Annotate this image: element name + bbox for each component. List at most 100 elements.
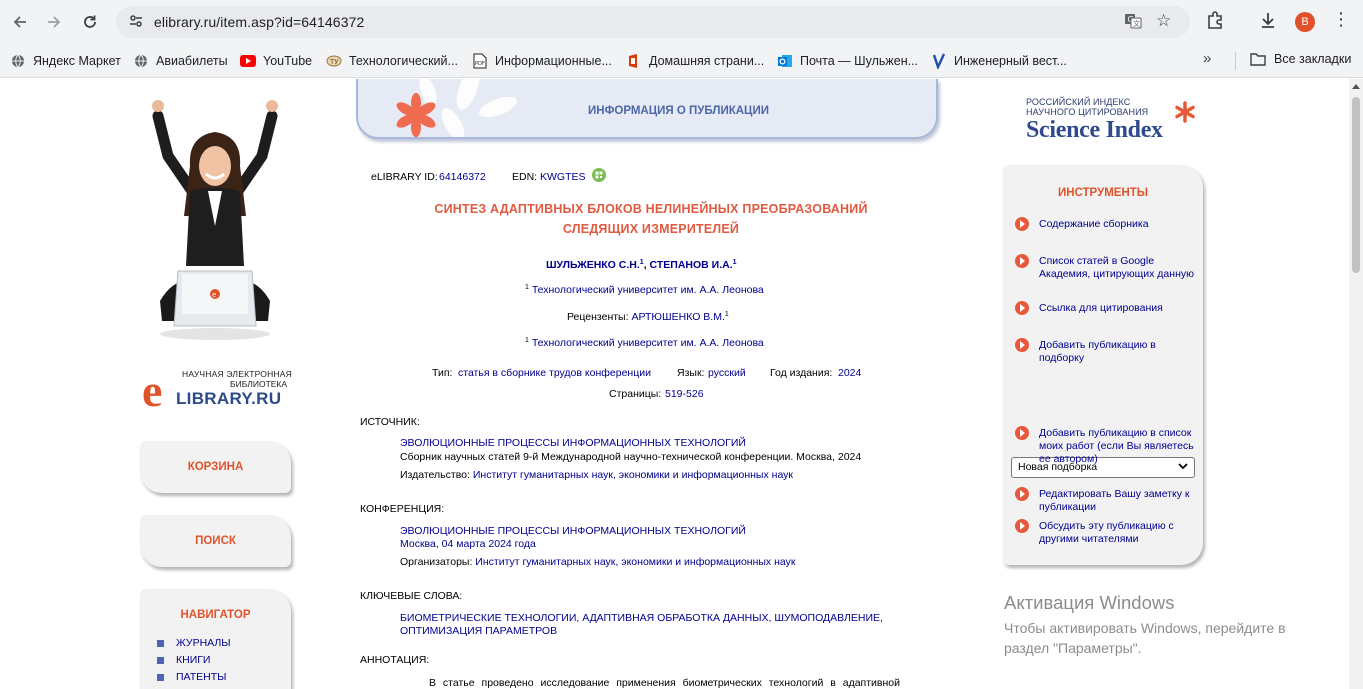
- translate-icon[interactable]: G文: [1124, 12, 1142, 35]
- pages-label: Страницы:: [609, 388, 662, 400]
- source-title-link[interactable]: ЭВОЛЮЦИОННЫЕ ПРОЦЕССЫ ИНФОРМАЦИОННЫХ ТЕХ…: [400, 437, 746, 449]
- tool-label: Редактировать Вашу заметку к публикации: [1039, 488, 1190, 513]
- tool-citation-link[interactable]: Ссылка для цитирования: [1015, 301, 1195, 315]
- reload-icon[interactable]: [78, 10, 102, 34]
- tool-edit-note[interactable]: Редактировать Вашу заметку к публикации: [1015, 487, 1195, 514]
- page-scrollbar[interactable]: [1349, 79, 1363, 689]
- tool-collection-contents[interactable]: Содержание сборника: [1015, 217, 1195, 231]
- arrow-bullet-icon: [1015, 426, 1029, 440]
- menu-kebab-icon[interactable]: ⋮: [1332, 9, 1350, 30]
- nav-item-books[interactable]: КНИГИ: [157, 653, 210, 667]
- university-icon: ТУ: [326, 53, 342, 69]
- logo-subtitle-line2: БИБЛИОТЕКА: [230, 379, 288, 389]
- url-text[interactable]: elibrary.ru/item.asp?id=64146372: [154, 14, 364, 30]
- folder-icon: [1250, 52, 1266, 66]
- search-button[interactable]: ПОИСК: [140, 515, 291, 567]
- nav-item-journals[interactable]: ЖУРНАЛЫ: [157, 636, 231, 650]
- nav-item-patents[interactable]: ПАТЕНТЫ: [157, 670, 226, 684]
- bookmarks-overflow-icon[interactable]: »: [1203, 50, 1211, 67]
- address-bar[interactable]: elibrary.ru/item.asp?id=64146372 G文 ☆: [116, 6, 1190, 38]
- edn-value[interactable]: KWGTES: [540, 171, 586, 183]
- bookmark-homepage[interactable]: Домашняя страни...: [626, 52, 764, 70]
- reviewer-affiliation: 1 Технологический университет им. А.А. Л…: [525, 337, 764, 349]
- download-icon[interactable]: [1258, 10, 1278, 35]
- asterisk-icon: [1175, 101, 1195, 123]
- science-index-line2: НАУЧНОГО ЦИТИРОВАНИЯ: [1026, 107, 1149, 117]
- bullet-icon: [157, 639, 164, 647]
- affiliation-link[interactable]: Технологический университет им. А.А. Лео…: [532, 337, 764, 349]
- affiliation-link[interactable]: Технологический университет им. А.А. Лео…: [532, 284, 764, 296]
- science-index-wordmark: Science Index: [1026, 117, 1163, 143]
- organizers-link[interactable]: Институт гуманитарных наук, экономики и …: [475, 556, 795, 568]
- elibrary-id-value[interactable]: 64146372: [439, 171, 486, 183]
- globe-icon: [10, 53, 26, 69]
- language-label: Язык:: [677, 367, 705, 379]
- affiliation-ref: 1: [525, 284, 529, 291]
- bookmark-label: Авиабилеты: [156, 54, 228, 68]
- keywords-heading: КЛЮЧЕВЫЕ СЛОВА:: [360, 590, 463, 602]
- site-info-icon[interactable]: [128, 13, 144, 34]
- all-bookmarks-button[interactable]: Все закладки: [1250, 52, 1351, 66]
- keywords-line2[interactable]: ОПТИМИЗАЦИЯ ПАРАМЕТРОВ: [400, 625, 557, 637]
- pdf-icon: PDF: [472, 53, 488, 69]
- bookmark-label: Почта — Шульжен...: [800, 54, 919, 68]
- navigator-title: НАВИГАТОР: [180, 609, 251, 621]
- bookmark-informational[interactable]: PDF Информационные...: [472, 52, 612, 70]
- bookmark-aviabilety[interactable]: Авиабилеты: [133, 52, 228, 70]
- logo-e-mark: e: [142, 365, 163, 416]
- bookmark-label: YouTube: [263, 54, 313, 68]
- profile-avatar[interactable]: В: [1295, 12, 1315, 32]
- bookmark-youtube[interactable]: YouTube: [240, 52, 312, 70]
- navigator-panel: НАВИГАТОР ЖУРНАЛЫ КНИГИ ПАТЕНТЫ: [140, 589, 291, 689]
- type-value: статья в сборнике трудов конференции: [458, 367, 651, 379]
- extensions-icon[interactable]: [1205, 10, 1225, 35]
- abstract-text: В статье проведено исследование применен…: [429, 677, 900, 689]
- bookmark-engineering[interactable]: Инженерный вест...: [931, 52, 1067, 70]
- author-link[interactable]: ШУЛЬЖЕНКО С.Н.: [546, 259, 640, 271]
- tools-panel: ИНСТРУМЕНТЫ Содержание сборника Список с…: [1003, 165, 1203, 565]
- elibrary-logo[interactable]: e НАУЧНАЯ ЭЛЕКТРОННАЯ БИБЛИОТЕКА LIBRARY…: [142, 365, 293, 416]
- logo-subtitle-line1: НАУЧНАЯ ЭЛЕКТРОННАЯ: [182, 369, 293, 379]
- scrollbar-thumb[interactable]: [1352, 97, 1360, 273]
- abstract-heading: АННОТАЦИЯ:: [360, 654, 430, 666]
- windows-activation-watermark: Активация Windows Чтобы активировать Win…: [1004, 592, 1286, 658]
- forward-icon[interactable]: [42, 10, 66, 34]
- bookmark-label: Информационные...: [495, 54, 612, 68]
- conference-title-link[interactable]: ЭВОЛЮЦИОННЫЕ ПРОЦЕССЫ ИНФОРМАЦИОННЫХ ТЕХ…: [400, 525, 746, 537]
- bookmark-yandex-market[interactable]: Яндекс Маркет: [10, 52, 121, 70]
- tool-google-scholar[interactable]: Список статей в Google Академия, цитирую…: [1015, 254, 1195, 281]
- tools-title: ИНСТРУМЕНТЫ: [1057, 187, 1149, 199]
- bookmark-technological[interactable]: ТУ Технологический...: [326, 52, 458, 70]
- watermark-line: Чтобы активировать Windows, перейдите в: [1004, 620, 1286, 636]
- publisher-link[interactable]: Институт гуманитарных наук, экономики и …: [473, 469, 793, 481]
- nav-item-label: ПАТЕНТЫ: [176, 671, 227, 683]
- reviewers-label: Рецензенты:: [567, 311, 629, 323]
- basket-label: КОРЗИНА: [187, 461, 244, 473]
- author-link[interactable]: СТЕПАНОВ И.А.: [650, 259, 733, 271]
- language-value: русский: [708, 367, 746, 379]
- science-index-logo[interactable]: РОССИЙСКИЙ ИНДЕКС НАУЧНОГО ЦИТИРОВАНИЯ S…: [1026, 97, 1206, 147]
- arrow-bullet-icon: [1015, 519, 1029, 533]
- back-icon[interactable]: [8, 10, 32, 34]
- arrow-bullet-icon: [1015, 301, 1029, 315]
- publication-title-line1: СИНТЕЗ АДАПТИВНЫХ БЛОКОВ НЕЛИНЕЙНЫХ ПРЕО…: [434, 202, 868, 216]
- arrow-bullet-icon: [1015, 487, 1029, 501]
- keywords-line1[interactable]: БИОМЕТРИЧЕСКИЕ ТЕХНОЛОГИИ, АДАПТИВНАЯ ОБ…: [400, 612, 883, 624]
- reviewer-link[interactable]: АРТЮШЕНКО В.М.: [631, 311, 724, 323]
- bullet-icon: [157, 656, 164, 664]
- tool-add-to-collection[interactable]: Добавить публикацию в подборку: [1015, 338, 1195, 365]
- bookmark-star-icon[interactable]: ☆: [1156, 11, 1171, 31]
- basket-button[interactable]: КОРЗИНА: [140, 441, 291, 493]
- tool-add-to-my-works[interactable]: Добавить публикацию в список моих работ …: [1015, 426, 1195, 466]
- journal-icon: [931, 53, 947, 69]
- arrow-bullet-icon: [1015, 338, 1029, 352]
- tool-label: Добавить публикацию в список моих работ …: [1039, 427, 1194, 465]
- scroll-up-icon[interactable]: [1352, 84, 1360, 89]
- tool-discuss[interactable]: Обсудить эту публикацию с другими читате…: [1015, 519, 1195, 546]
- globe-icon: [133, 53, 149, 69]
- conference-place: Москва, 04 марта 2024 года: [400, 538, 536, 550]
- qr-code-icon[interactable]: [592, 168, 606, 187]
- bookmark-mail[interactable]: Почта — Шульжен...: [777, 52, 918, 70]
- banner-title: ИНФОРМАЦИЯ О ПУБЛИКАЦИИ: [588, 105, 769, 117]
- outlook-icon: [777, 53, 793, 69]
